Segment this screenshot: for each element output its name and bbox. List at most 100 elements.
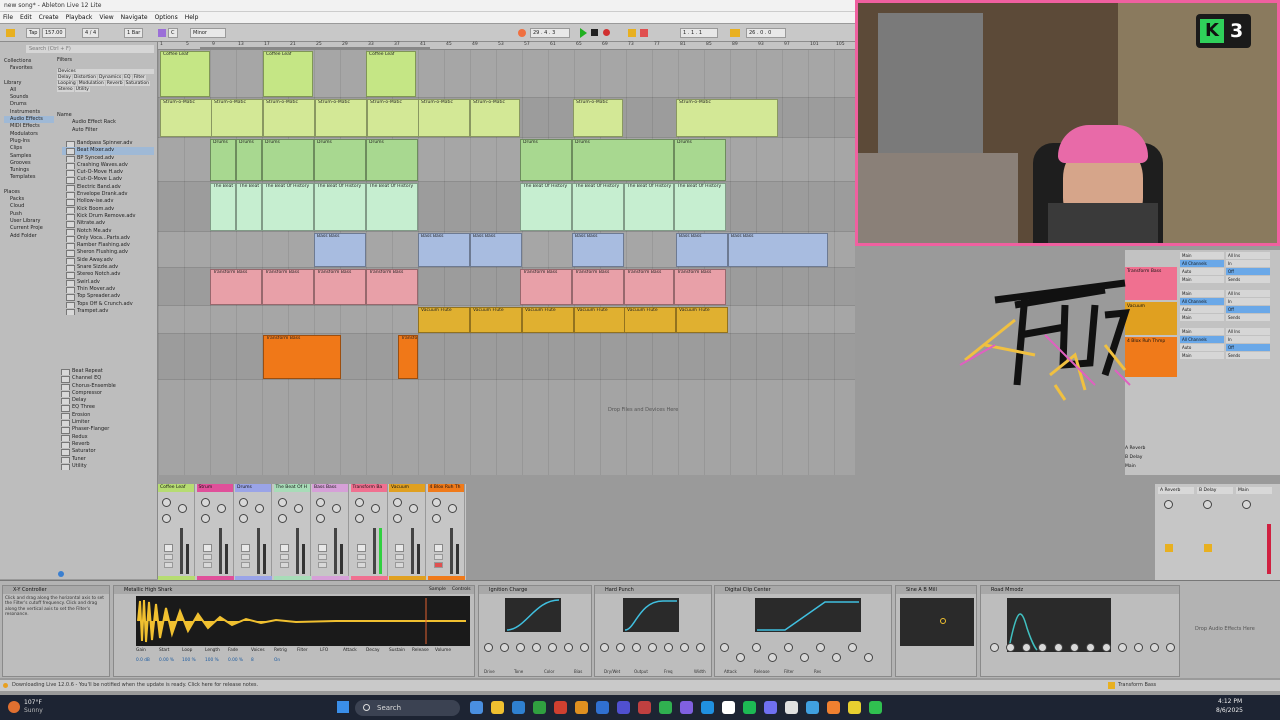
tag-saturation[interactable]: Saturation bbox=[124, 81, 151, 86]
browser-file-item[interactable]: Top Spreader.adv bbox=[62, 293, 154, 301]
song-position[interactable]: 29 . 4 . 3 bbox=[530, 28, 570, 38]
browser-device-item[interactable]: Limiter bbox=[57, 419, 154, 427]
solo-button[interactable] bbox=[356, 554, 366, 560]
arrangement-clip[interactable]: Strum-o-Matic bbox=[367, 99, 419, 137]
browser-file-item[interactable]: Side Away.adv bbox=[62, 257, 154, 265]
arrangement-clip[interactable]: Transform Bass bbox=[520, 269, 572, 305]
track-number-button[interactable] bbox=[279, 544, 289, 552]
arrangement-clip[interactable]: Strum-o-Matic bbox=[160, 99, 212, 137]
menu-view[interactable]: View bbox=[99, 14, 113, 21]
io-chooser[interactable]: Sends bbox=[1226, 314, 1270, 321]
weather-icon[interactable] bbox=[8, 701, 20, 713]
effect-knob[interactable] bbox=[548, 643, 557, 652]
browser-device-item[interactable]: Delay bbox=[57, 397, 154, 405]
taskbar-app-icon[interactable] bbox=[638, 701, 651, 714]
arm-button[interactable] bbox=[433, 562, 443, 568]
send-a-knob[interactable] bbox=[200, 498, 210, 507]
effect-knob[interactable] bbox=[1054, 643, 1063, 652]
return-a-activator[interactable] bbox=[1165, 544, 1173, 552]
arrangement-clip[interactable]: Drums bbox=[236, 139, 262, 181]
volume-fader[interactable] bbox=[372, 528, 376, 574]
effect-knob[interactable] bbox=[516, 643, 525, 652]
volume-fader[interactable] bbox=[411, 528, 414, 574]
arrangement-clip[interactable]: Transform Bass bbox=[262, 269, 314, 305]
effect-knob[interactable] bbox=[1070, 643, 1079, 652]
library-grooves[interactable]: Grooves bbox=[4, 160, 54, 167]
solo-button[interactable] bbox=[318, 554, 327, 560]
effect-knob[interactable] bbox=[1134, 643, 1143, 652]
solo-button[interactable] bbox=[241, 554, 250, 560]
arrangement-clip[interactable]: Transform Bass bbox=[624, 269, 674, 305]
browser-file-item[interactable]: Sheron Flushing.adv bbox=[62, 249, 154, 257]
arrangement-clip[interactable]: Transform Bass bbox=[366, 269, 418, 305]
track-number-button[interactable] bbox=[433, 544, 443, 552]
library-modulators[interactable]: Modulators bbox=[4, 131, 54, 138]
digital-clip-display[interactable] bbox=[755, 598, 861, 632]
arrangement-clip[interactable]: The Beat Of History bbox=[520, 183, 572, 231]
browser-device-item[interactable]: Phaser-Flanger bbox=[57, 426, 154, 434]
effect-knob[interactable] bbox=[616, 643, 625, 652]
arm-button[interactable] bbox=[164, 562, 173, 568]
preview-icon[interactable] bbox=[58, 571, 64, 577]
track-number-button[interactable] bbox=[164, 544, 173, 552]
io-chooser[interactable]: Main bbox=[1180, 314, 1224, 321]
channel-name[interactable]: 4 Blox Ruh Th bbox=[427, 484, 464, 492]
browser-device-item[interactable]: Channel EQ bbox=[57, 375, 154, 383]
io-chooser[interactable]: Main bbox=[1180, 352, 1224, 359]
effect-knob[interactable] bbox=[580, 643, 589, 652]
browser-file-item[interactable]: BP Synced.adv bbox=[62, 155, 154, 162]
simpler-param-value[interactable]: 0.00 % bbox=[159, 658, 174, 663]
arrangement-clip[interactable]: The Beat Of History bbox=[210, 183, 236, 231]
library-all[interactable]: All bbox=[4, 87, 54, 94]
arrangement-clip[interactable]: Bass Bass bbox=[418, 233, 470, 267]
tag-filter[interactable]: Filter bbox=[132, 75, 146, 80]
browser-file-item[interactable]: Cut-O-Move L.adv bbox=[62, 176, 154, 184]
volume-fader[interactable] bbox=[257, 528, 260, 574]
tag-reverb[interactable]: Reverb bbox=[105, 81, 124, 86]
io-chooser[interactable]: All Channels bbox=[1180, 260, 1224, 267]
return-a-send-knob[interactable] bbox=[1164, 500, 1173, 509]
taskbar-app-icon[interactable] bbox=[596, 701, 609, 714]
browser-device-item[interactable]: Chorus-Ensemble bbox=[57, 383, 154, 390]
return-b-name[interactable]: B Delay bbox=[1197, 487, 1233, 494]
taskbar-app-icon[interactable] bbox=[848, 701, 861, 714]
browser-file-item[interactable]: Kick Drum Remove.adv bbox=[62, 213, 154, 221]
io-chooser[interactable]: Main bbox=[1180, 276, 1224, 283]
main-pan-knob[interactable] bbox=[1242, 500, 1251, 509]
io-chooser[interactable]: Main bbox=[1180, 290, 1224, 297]
tempo-field[interactable]: 157.00 bbox=[42, 28, 66, 38]
browser-file-item[interactable]: Notch Me.adv bbox=[62, 228, 154, 235]
effect-knob[interactable] bbox=[600, 643, 609, 652]
channel-name[interactable]: Strum bbox=[196, 484, 233, 492]
arrangement-clip[interactable]: Drums bbox=[674, 139, 726, 181]
taskbar-app-icon[interactable] bbox=[617, 701, 630, 714]
arrangement-clip[interactable]: Drums bbox=[520, 139, 572, 181]
arm-button[interactable] bbox=[395, 562, 404, 568]
io-chooser[interactable]: Main bbox=[1180, 328, 1224, 335]
taskbar-app-icon[interactable] bbox=[659, 701, 672, 714]
return-delay-header[interactable]: B Delay bbox=[1125, 455, 1177, 463]
main-name[interactable]: Main bbox=[1236, 487, 1272, 494]
arrangement-clip[interactable]: Drums bbox=[262, 139, 314, 181]
pan-knob[interactable] bbox=[316, 514, 325, 523]
xy-pad-handle[interactable] bbox=[940, 618, 946, 624]
io-chooser[interactable]: Main bbox=[1180, 252, 1224, 259]
arrangement-clip[interactable]: Transform Bass bbox=[398, 335, 418, 379]
ignition-curve-display[interactable] bbox=[505, 598, 561, 632]
volume-fader[interactable] bbox=[449, 528, 453, 574]
send-b-knob[interactable] bbox=[370, 504, 380, 513]
effect-knob[interactable] bbox=[752, 643, 761, 652]
tag-stereo[interactable]: Stereo bbox=[57, 87, 74, 92]
tag-delay[interactable]: Delay bbox=[57, 75, 72, 80]
effect-knob[interactable] bbox=[484, 643, 493, 652]
folder-auto-filter[interactable]: Auto Filter bbox=[57, 127, 154, 134]
browser-file-item[interactable]: Hollow-ise.adv bbox=[62, 198, 154, 206]
effect-knob[interactable] bbox=[800, 653, 809, 662]
send-a-knob[interactable] bbox=[162, 498, 171, 507]
io-chooser[interactable]: Sends bbox=[1226, 276, 1270, 283]
tag-looping[interactable]: Looping bbox=[57, 81, 77, 86]
arrangement-clip[interactable]: Bass Bass bbox=[314, 233, 366, 267]
places-user-library[interactable]: User Library bbox=[4, 218, 54, 225]
browser-file-item[interactable]: Crashing Waves.adv bbox=[62, 162, 154, 170]
metronome-icon[interactable] bbox=[628, 29, 636, 37]
